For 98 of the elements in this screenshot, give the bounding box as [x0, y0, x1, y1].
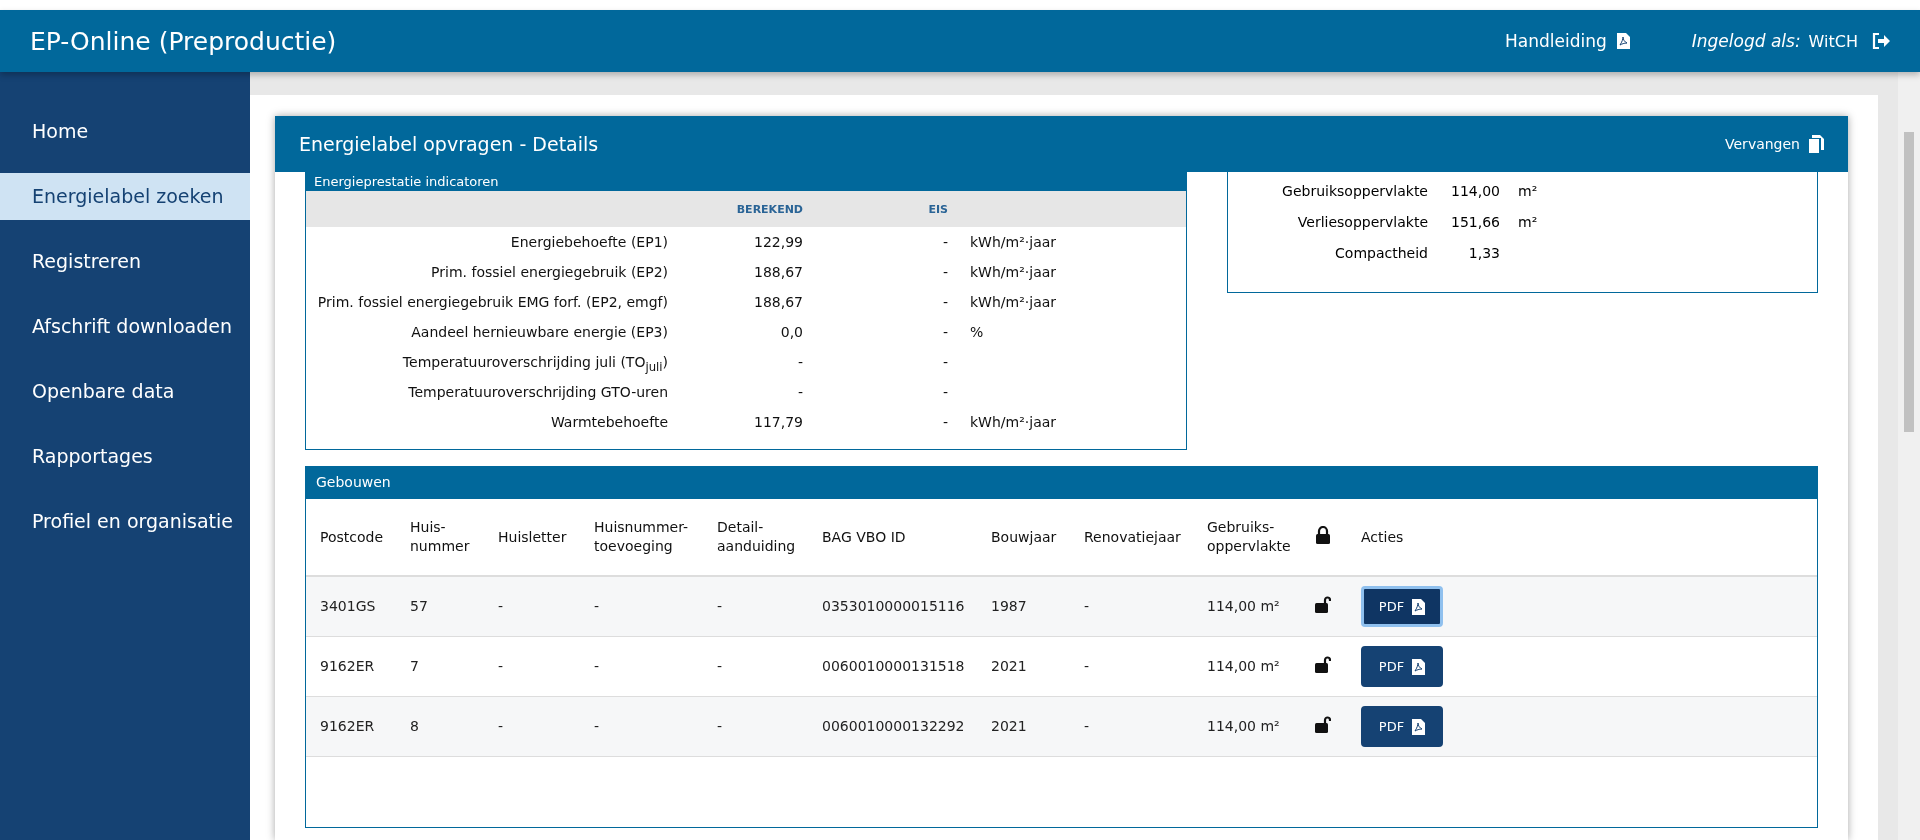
sidebar-item[interactable]: Registreren [0, 238, 250, 285]
copy-icon[interactable] [1808, 135, 1824, 153]
column-header: Acties [1361, 528, 1404, 545]
unit-label: m² [1518, 183, 1538, 199]
table-cell: - [717, 718, 723, 735]
unit-label: kWh/m²·jaar [970, 264, 1057, 280]
requirement-value: - [942, 294, 948, 310]
column-header: Huisletter [498, 528, 567, 545]
table-cell: 57 [410, 598, 428, 615]
table-cell: - [1084, 718, 1090, 735]
dimension-value: 151,66 [1451, 214, 1500, 230]
user-name: WitCH [1808, 31, 1858, 51]
sidebar-item[interactable]: Energielabel zoeken [0, 173, 250, 220]
requirement-value: - [942, 354, 948, 370]
table-cell: 7 [410, 658, 419, 675]
indicator-label: Aandeel hernieuwbare energie (EP3) [411, 324, 668, 340]
calculated-value: - [797, 384, 803, 400]
sidebar-item[interactable]: Rapportages [0, 433, 250, 480]
manual-link[interactable]: Handleiding [1504, 31, 1630, 51]
sidebar-item[interactable]: Afschrift downloaden [0, 303, 250, 350]
column-header: BAG VBO ID [822, 528, 906, 545]
table-cell: - [1084, 598, 1090, 615]
table-cell: 2021 [991, 658, 1027, 675]
pdf-button[interactable]: PDF [1361, 586, 1443, 627]
table-cell: - [498, 598, 504, 615]
sidebar-item[interactable]: Openbare data [0, 368, 250, 415]
lock-icon [1315, 525, 1331, 544]
table-cell: 1987 [991, 598, 1027, 615]
pdf-button[interactable]: PDF [1361, 646, 1443, 687]
table-cell: - [717, 598, 723, 615]
dimension-label: Gebruiksoppervlakte [1282, 183, 1428, 199]
pdf-button[interactable]: PDF [1361, 706, 1443, 747]
pdf-file-icon [1412, 598, 1426, 615]
scrollbar-thumb[interactable] [1904, 132, 1914, 432]
requirement-value: - [942, 234, 948, 250]
panel-title: Energieprestatie indicatoren [306, 173, 1186, 191]
table-cell: 114,00 m² [1207, 658, 1280, 675]
table-cell: - [498, 658, 504, 675]
column-header: Renovatiejaar [1084, 528, 1181, 545]
pdf-file-icon [1412, 718, 1426, 735]
dimension-label: Verliesoppervlakte [1297, 214, 1428, 230]
unit-label: kWh/m²·jaar [970, 294, 1057, 310]
indicator-label: Energiebehoefte (EP1) [510, 234, 668, 250]
table-cell: 114,00 m² [1207, 718, 1280, 735]
table-cell: 9162ER [320, 718, 375, 735]
requirement-value: - [942, 324, 948, 340]
calculated-value: 0,0 [780, 324, 803, 340]
table-cell: - [1084, 658, 1090, 675]
column-header: BEREKEND [736, 202, 803, 216]
pdf-file-icon [1412, 658, 1426, 675]
calculated-value: 122,99 [754, 234, 803, 250]
table-cell: - [594, 718, 600, 735]
logout-icon[interactable] [1872, 33, 1890, 49]
column-header: EIS [928, 202, 948, 216]
table-cell: - [717, 658, 723, 675]
pdf-file-icon [1616, 33, 1630, 49]
dimension-label: Compactheid [1335, 245, 1428, 261]
table-cell: 0060010000132292 [822, 718, 965, 735]
requirement-value: - [942, 264, 948, 280]
indicator-label: Temperatuuroverschrijding GTO-uren [408, 384, 668, 400]
indicator-label: Prim. fossiel energiegebruik EMG forf. (EP2, emgf) [317, 294, 668, 310]
sidebar-item[interactable]: Home [0, 108, 250, 155]
table-cell: 8 [410, 718, 419, 735]
calculated-value: 117,79 [754, 414, 803, 430]
calculated-value: - [797, 354, 803, 370]
replace-link[interactable]: Vervangen [1725, 136, 1800, 152]
column-header: Huisnummer- toevoeging [594, 519, 689, 554]
dimension-value: 114,00 [1451, 183, 1500, 199]
unit-label: % [970, 324, 984, 340]
table-cell: 9162ER [320, 658, 375, 675]
indicator-label: Prim. fossiel energiegebruik (EP2) [431, 264, 668, 280]
column-header: Bouwjaar [991, 528, 1057, 545]
table-cell: - [594, 598, 600, 615]
indicator-label: Warmtebehoefte [550, 414, 668, 430]
calculated-value: 188,67 [754, 294, 803, 310]
unit-label: kWh/m²·jaar [970, 234, 1057, 250]
column-header: Postcode [320, 528, 384, 545]
dialog-title: Energielabel opvragen - Details [299, 133, 600, 155]
table-cell: 3401GS [320, 598, 376, 615]
table-cell: 0353010000015116 [822, 598, 965, 615]
panel-title: Gebouwen [306, 467, 1817, 499]
unit-label: kWh/m²·jaar [970, 414, 1057, 430]
sidebar-item[interactable]: Profiel en organisatie [0, 498, 250, 545]
table-cell: 2021 [991, 718, 1027, 735]
table-cell: 114,00 m² [1207, 598, 1280, 615]
dimension-value: 1,33 [1468, 245, 1500, 261]
table-cell: 0060010000131518 [822, 658, 965, 675]
column-header: Detail- aanduiding [717, 519, 796, 554]
unit-label: m² [1518, 214, 1538, 230]
column-header: Gebruiks- oppervlakte [1207, 519, 1291, 554]
login-label: Ingelogd als: [1691, 31, 1801, 51]
table-cell: - [594, 658, 600, 675]
requirement-value: - [942, 414, 948, 430]
column-header: Huis- nummer [410, 519, 470, 554]
table-cell: - [498, 718, 504, 735]
requirement-value: - [942, 384, 948, 400]
app-title: EP-Online (Preproductie) [30, 26, 338, 56]
calculated-value: 188,67 [754, 264, 803, 280]
